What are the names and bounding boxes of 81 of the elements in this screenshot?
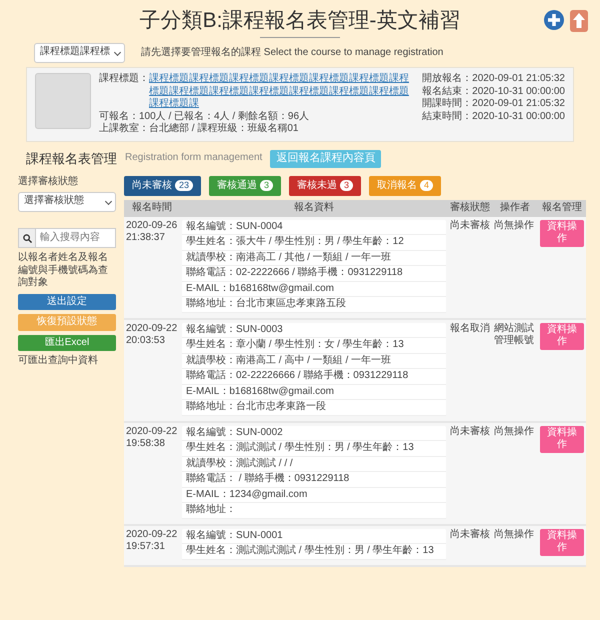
date-text: 2020-09-26 [126, 220, 178, 232]
date-text: 2020-09-22 [126, 528, 178, 541]
column-header: 報名時間 [124, 200, 180, 216]
detail-line: 學生姓名：張大牛 / 學生性別：男 / 學生年齡：12 [182, 235, 446, 250]
action-button[interactable]: 資料操作 [540, 220, 584, 246]
status-filter-button[interactable]: 審核通過 3 [209, 176, 282, 196]
export-note: 可匯出查詢中資料 [18, 355, 99, 368]
count-badge: 3 [260, 180, 274, 192]
operator-cell: 尚無操作 [492, 422, 538, 524]
search-field[interactable]: 輸入搜尋內容 [36, 228, 116, 248]
course-title-label: 課程標題： [99, 73, 149, 86]
detail-line: 聯絡電話：02-22226666 / 聯絡手機：0931229118 [182, 369, 446, 384]
action-button[interactable]: 資料操作 [540, 426, 584, 452]
column-header: 操作者 [492, 200, 538, 216]
page-title: 子分類B:課程報名表管理-英文補習 [140, 8, 460, 34]
status-select[interactable]: 選擇審核狀態 [18, 192, 116, 212]
select-value: 選擇審核狀態 [24, 195, 84, 206]
operator-cell: 網站測試管理帳號 [492, 318, 538, 422]
time-text: 21:38:37 [126, 232, 166, 244]
count-badge: 3 [340, 180, 354, 192]
detail-line: 就讀學校：南港高工 / 其他 / 一類組 / 一年一班 [182, 250, 446, 266]
date-text: 報名結束：2020-10-31 00:00:00 [422, 86, 565, 98]
operator-cell: 尚無操作 [492, 524, 538, 566]
sidebar-button[interactable]: 恢復預設狀態 [18, 314, 116, 330]
upload-icon[interactable] [570, 10, 588, 32]
status-filter-button[interactable]: 審核未過 3 [289, 176, 362, 196]
section-title: 課程報名表管理 [26, 150, 117, 167]
status-cell: 報名取消 [448, 318, 492, 422]
quota-text: 可報名：100人 / 已報名：4人 / 剩餘名額：96人 [99, 110, 310, 122]
count-badge: 4 [420, 180, 434, 192]
sidebar-button[interactable]: 送出設定 [18, 294, 116, 310]
status-filter-button[interactable]: 取消報名 4 [369, 176, 442, 196]
detail-line: 學生姓名：測試測試測試 / 學生性別：男 / 學生年齡：13 [182, 544, 446, 560]
select-value: 課程標題課程標 [40, 46, 110, 58]
column-header: 報名管理 [538, 200, 586, 216]
column-header: 報名資料 [180, 200, 448, 216]
image-placeholder [35, 73, 91, 130]
status-filter-button[interactable]: 尚未審核 23 [124, 176, 202, 196]
action-button[interactable]: 資料操作 [540, 528, 584, 556]
search-hint: 以報名者姓名及報名編號與手機號碼為查詢對象 [18, 252, 109, 290]
detail-line: 聯絡電話： / 聯絡手機：0931229118 [182, 472, 446, 488]
time-text: 19:57:31 [126, 541, 166, 554]
detail-line: E-MAIL：b168168tw@gmail.com [182, 282, 446, 297]
detail-line: 就讀學校：南港高工 / 高中 / 一類組 / 一年一班 [182, 354, 446, 369]
course-select[interactable]: 課程標題課程標 [34, 43, 125, 64]
detail-line: E-MAIL：b168168tw@gmail.com [182, 384, 446, 400]
course-title-link[interactable]: 課程標題課程標題課程標題課程標題課程標題課程標題課程標題課程標題課程標題課程標題課程標題課程標題課程標題課程標題課 [149, 73, 414, 111]
sidebar-button[interactable]: 匯出Excel [18, 334, 116, 351]
detail-line: 就讀學校：測試測試 / / / [182, 456, 446, 472]
date-text: 結束時間：2020-10-31 00:00:00 [422, 110, 565, 124]
date-text: 開課時間：2020-09-01 21:05:32 [422, 98, 565, 110]
time-text: 20:03:53 [126, 335, 166, 348]
detail-line: 報名編號：SUN-0004 [182, 220, 446, 235]
detail-line: 聯絡地址： [182, 503, 446, 518]
status-cell: 尚未審核 [448, 422, 492, 524]
column-header: 審核狀態 [448, 200, 492, 216]
detail-line: 報名編號：SUN-0002 [182, 426, 446, 441]
detail-line: E-MAIL：1234@gmail.com [182, 488, 446, 503]
date-text: 2020-09-22 [126, 426, 178, 438]
detail-line: 報名編號：SUN-0003 [182, 322, 446, 338]
detail-line: 聯絡地址：台北市忠孝東路一段 [182, 400, 446, 416]
filter-label: 選擇審核狀態 [18, 176, 79, 188]
count-badge: 23 [175, 180, 194, 192]
operator-cell: 尚無操作 [492, 216, 538, 318]
date-text: 2020-09-22 [126, 322, 178, 335]
detail-line: 報名編號：SUN-0001 [182, 528, 446, 544]
time-text: 19:58:38 [126, 438, 166, 450]
detail-line: 聯絡地址：台北市東區忠孝東路五段 [182, 297, 446, 312]
location-text: 上課教室：台北總部 / 課程班級：班級名稱01 [99, 123, 300, 136]
action-button[interactable]: 資料操作 [540, 322, 584, 350]
status-cell: 尚未審核 [448, 216, 492, 318]
detail-line: 學生姓名：測試測試 / 學生性別：男 / 學生年齡：13 [182, 441, 446, 456]
date-text: 開放報名：2020-09-01 21:05:32 [422, 73, 565, 86]
course-select-hint: 請先選擇要管理報名的課程 Select the course to manage registration [141, 47, 444, 60]
detail-line: 聯絡電話：02-2222666 / 聯絡手機：0931229118 [182, 266, 446, 282]
status-cell: 尚未審核 [448, 524, 492, 566]
back-button[interactable]: 返回報名課程內容頁 [270, 150, 382, 168]
search-icon [22, 234, 32, 242]
detail-line: 學生姓名：章小蘭 / 學生性別：女 / 學生年齡：13 [182, 338, 446, 354]
section-subtitle: Registration form management [125, 152, 262, 165]
add-icon[interactable] [544, 10, 564, 30]
